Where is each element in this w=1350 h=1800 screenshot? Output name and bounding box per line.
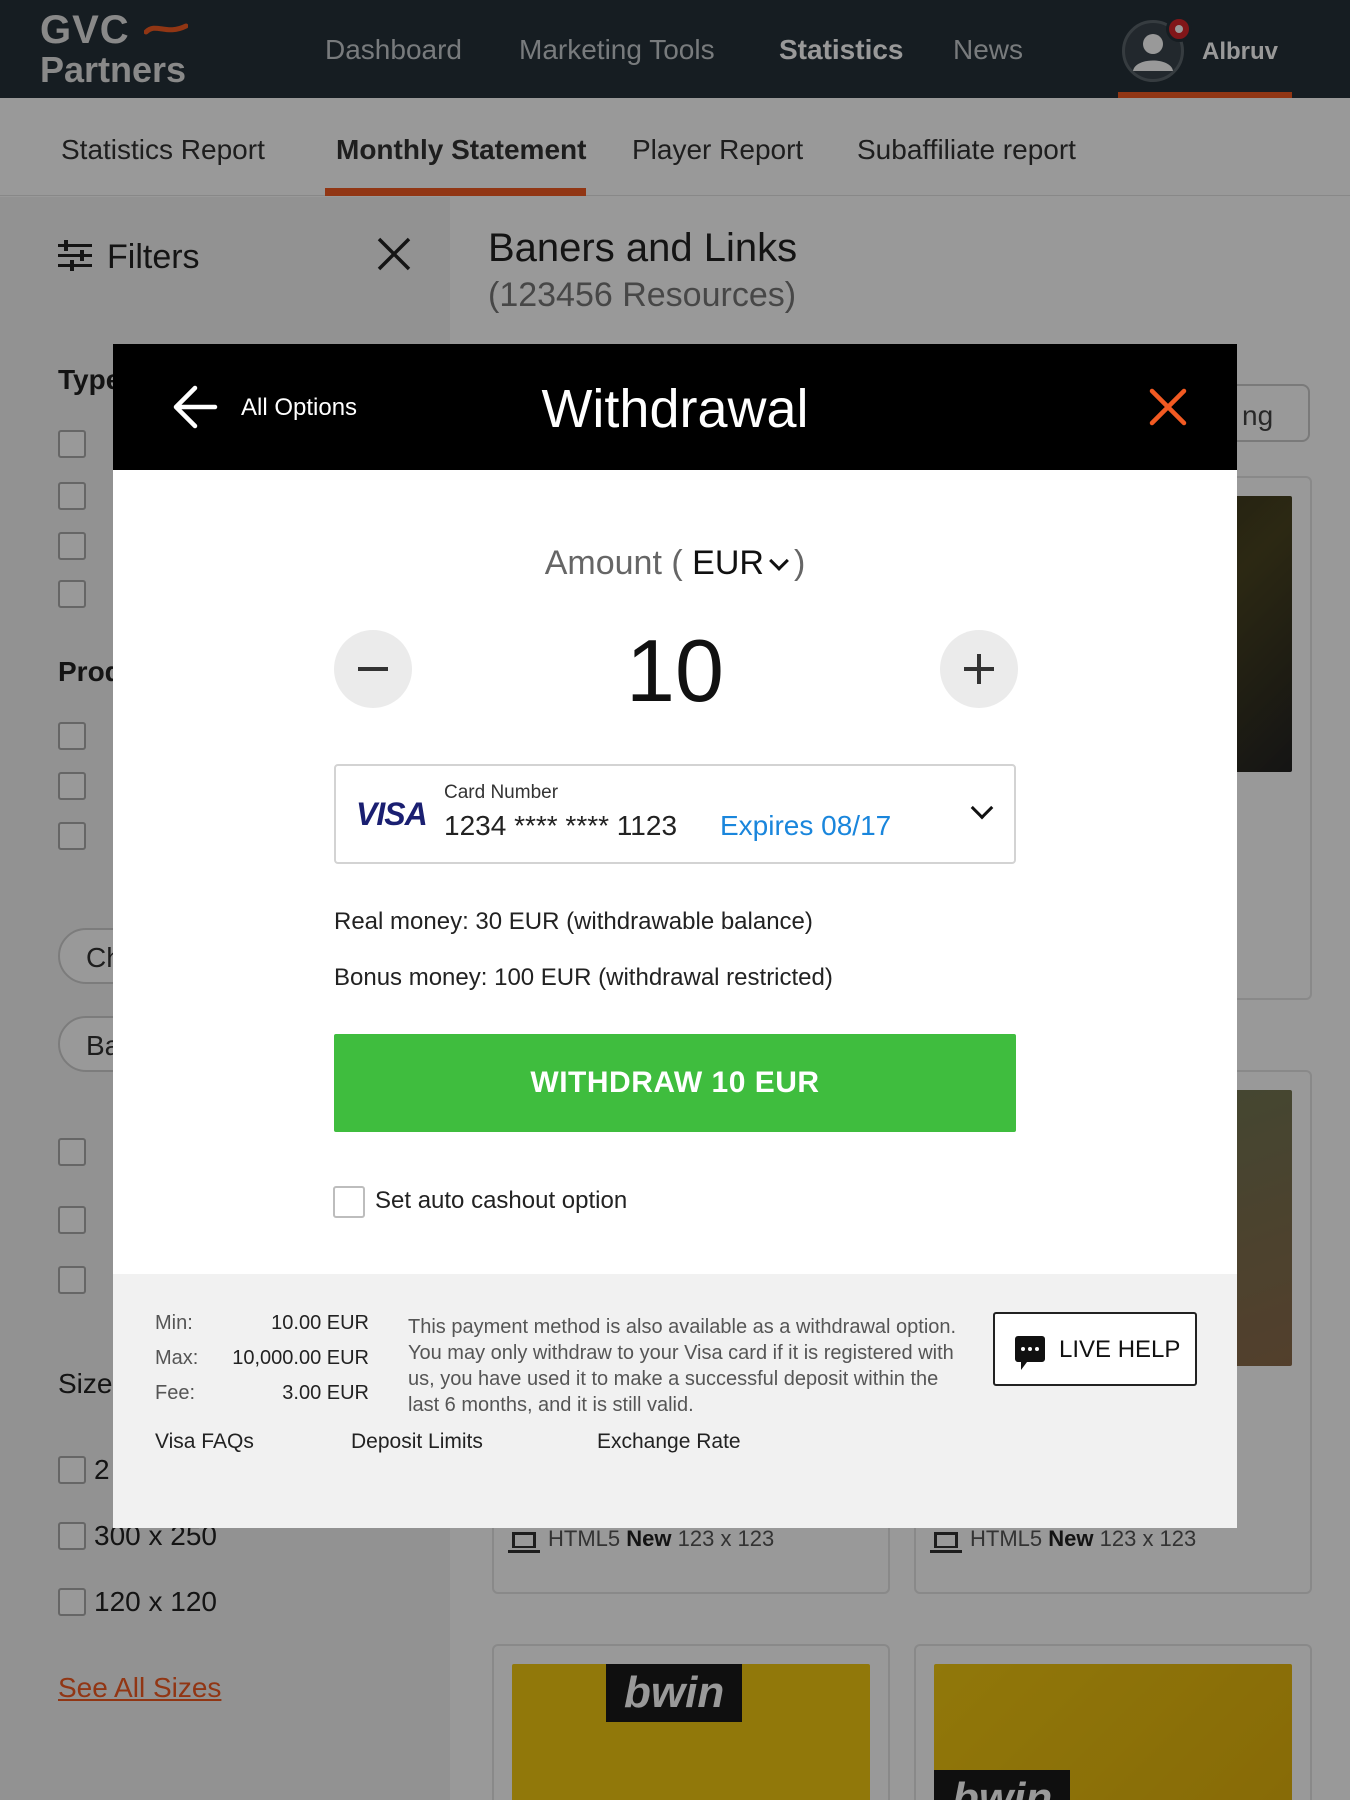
card-number: 1234 **** **** 1123 (444, 810, 678, 841)
withdraw-button[interactable]: WITHDRAW 10 EUR (334, 1034, 1016, 1132)
modal-title: Withdrawal (541, 379, 809, 439)
chat-icon (1015, 1336, 1045, 1370)
fee-label: Fee: (155, 1382, 196, 1404)
close-icon[interactable] (1149, 388, 1187, 426)
plus-icon (977, 654, 981, 684)
increase-amount-button[interactable] (940, 630, 1018, 708)
currency-selector[interactable]: EUR (692, 544, 794, 582)
amount-value[interactable]: 10 (113, 620, 1237, 722)
info-line-1: This payment method is also available as… (408, 1316, 957, 1338)
auto-cashout-label[interactable]: Set auto cashout option (375, 1187, 627, 1215)
modal-footer: Min: 10.00 EUR Max: 10,000.00 EUR Fee: 3… (113, 1274, 1237, 1528)
card-select-dropdown[interactable]: VISA Card Number 1234 **** **** 1123 Exp… (334, 764, 1016, 864)
amount-label: Amount ( EUR) (544, 544, 806, 582)
card-expiry: Expires 08/17 (720, 810, 892, 841)
fee-value: 3.00 EUR (282, 1382, 369, 1404)
max-label: Max: (155, 1347, 199, 1369)
auto-cashout-checkbox[interactable] (333, 1186, 365, 1218)
modal-header: All Options Withdrawal (113, 344, 1237, 470)
info-line-2: You may only withdraw to your Visa card … (408, 1342, 954, 1416)
exchange-rate-link[interactable]: Exchange Rate (597, 1430, 741, 1454)
card-number-label: Card Number (444, 782, 559, 803)
payment-info-text: This payment method is also available as… (408, 1314, 968, 1418)
min-value: 10.00 EUR (271, 1312, 369, 1334)
bonus-money-balance: Bonus money: 100 EUR (withdrawal restric… (334, 964, 833, 991)
chevron-down-icon (769, 551, 789, 571)
live-help-button[interactable]: LIVE HELP (993, 1312, 1197, 1386)
chevron-down-icon (970, 796, 994, 820)
min-label: Min: (155, 1312, 193, 1334)
live-help-label: LIVE HELP (1059, 1336, 1181, 1363)
visa-faqs-link[interactable]: Visa FAQs (155, 1430, 254, 1454)
max-value: 10,000.00 EUR (232, 1347, 369, 1369)
visa-logo: VISA (356, 796, 428, 832)
withdrawal-modal: All Options Withdrawal Amount ( EUR) 10 … (113, 344, 1237, 1528)
deposit-limits-link[interactable]: Deposit Limits (351, 1430, 483, 1454)
real-money-balance: Real money: 30 EUR (withdrawable balance… (334, 908, 813, 935)
